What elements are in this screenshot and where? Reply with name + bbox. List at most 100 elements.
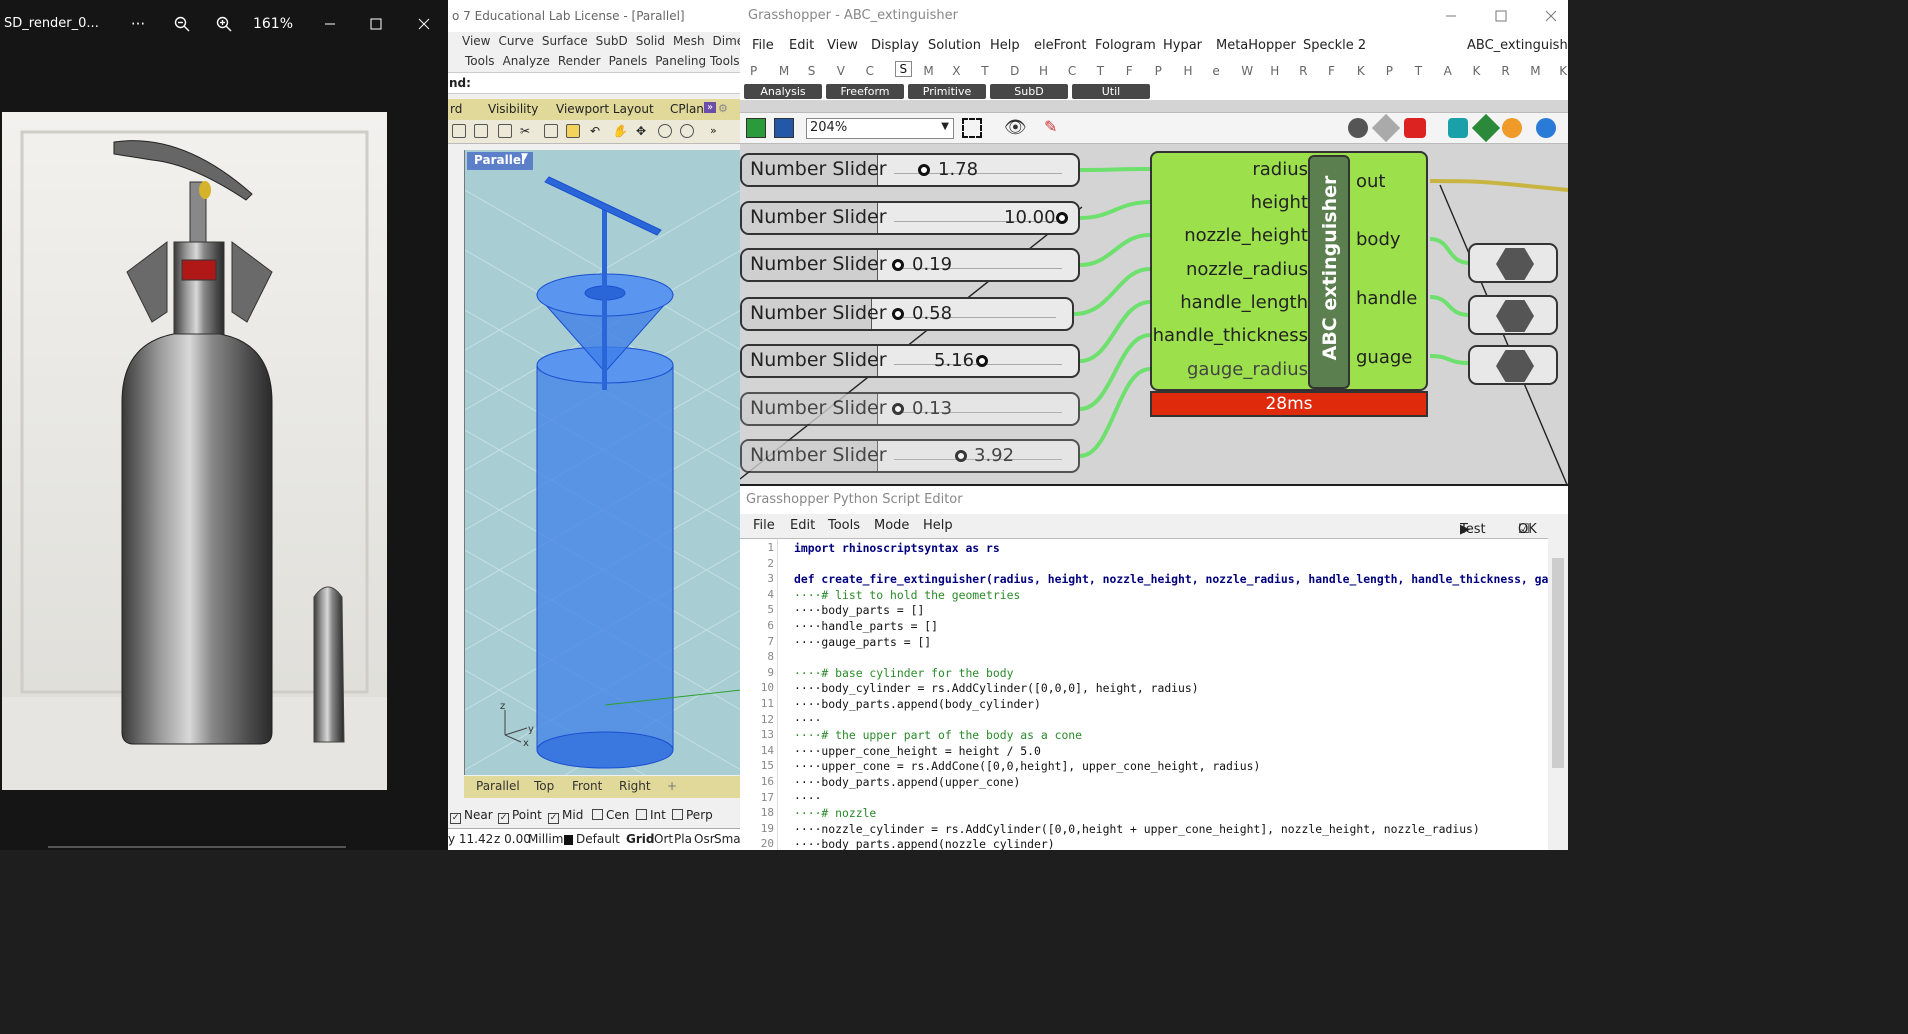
osnap-point[interactable]: ✓ Point bbox=[498, 808, 542, 824]
gh-menu-item[interactable]: Hypar bbox=[1163, 38, 1202, 53]
wireframe-icon[interactable] bbox=[1371, 113, 1401, 143]
editor-menu-item[interactable]: Mode bbox=[874, 518, 909, 533]
editor-menu-item[interactable]: Tools bbox=[828, 518, 860, 533]
slider-knob[interactable] bbox=[955, 450, 967, 462]
rhino-menu-item[interactable]: Dime bbox=[713, 34, 740, 48]
zoom-in-button[interactable] bbox=[210, 8, 238, 40]
rhino-menu-item[interactable]: Solid bbox=[636, 34, 665, 48]
save-icon[interactable] bbox=[452, 124, 466, 138]
scrollbar-thumb[interactable] bbox=[1552, 558, 1564, 768]
rhino-viewport[interactable]: z x y Parallel ▼ bbox=[464, 150, 740, 775]
rhino-menu-item[interactable]: Analyze bbox=[503, 54, 550, 68]
number-slider-handle-thickness[interactable]: Number Slider 0.13 bbox=[740, 392, 1080, 426]
copy-icon[interactable] bbox=[544, 124, 558, 138]
gh-menu-item[interactable]: Edit bbox=[789, 38, 814, 53]
print-icon[interactable] bbox=[474, 124, 488, 138]
view-tab-parallel[interactable]: Parallel bbox=[476, 779, 520, 793]
material-icon[interactable] bbox=[1502, 118, 1522, 138]
slider-knob[interactable] bbox=[1056, 212, 1068, 224]
cut-icon[interactable]: ✂ bbox=[520, 124, 534, 138]
toolbar-tab[interactable]: CPlan bbox=[670, 102, 704, 116]
group-primitive[interactable]: Primitive bbox=[908, 84, 986, 99]
editor-menu-item[interactable]: File bbox=[753, 518, 775, 533]
toolbar-tab[interactable]: rd bbox=[450, 102, 462, 116]
component-tab[interactable]: T bbox=[1097, 64, 1104, 78]
gh-menu-item[interactable]: Speckle 2 bbox=[1303, 38, 1366, 53]
component-tab[interactable]: K bbox=[1473, 64, 1481, 78]
geometry-param-handle[interactable] bbox=[1468, 295, 1558, 335]
input-nozzle-height[interactable]: nozzle_height bbox=[1184, 225, 1308, 246]
geometry-param-body[interactable] bbox=[1468, 243, 1558, 283]
rotate-icon[interactable]: ✥ bbox=[636, 124, 650, 138]
rhino-menu-item[interactable]: Render bbox=[558, 54, 601, 68]
component-tab[interactable]: M bbox=[779, 64, 789, 78]
more-tools-icon[interactable]: » bbox=[710, 124, 724, 138]
component-tab[interactable]: K bbox=[1559, 64, 1567, 78]
status-planar[interactable]: Pla bbox=[674, 832, 692, 846]
component-tab[interactable]: W bbox=[1241, 64, 1253, 78]
component-tab[interactable]: X bbox=[952, 64, 960, 78]
paste-icon[interactable] bbox=[566, 124, 580, 138]
view-tab-right[interactable]: Right bbox=[619, 779, 651, 793]
group-analysis[interactable]: Analysis bbox=[744, 84, 822, 99]
input-handle-thickness[interactable]: handle_thickness bbox=[1153, 325, 1308, 346]
slider-knob[interactable] bbox=[892, 403, 904, 415]
number-slider-nozzle-radius[interactable]: Number Slider 0.58 bbox=[740, 297, 1074, 331]
save-file-icon[interactable] bbox=[774, 118, 794, 138]
group-freeform[interactable]: Freeform bbox=[826, 84, 904, 99]
input-radius[interactable]: radius bbox=[1252, 159, 1308, 180]
preview-eye-icon[interactable]: 👁 bbox=[1004, 117, 1027, 138]
component-tab[interactable]: M bbox=[923, 64, 933, 78]
gh-menu-item[interactable]: MetaHopper bbox=[1216, 38, 1296, 53]
component-tab[interactable]: M bbox=[1530, 64, 1540, 78]
osnap-cen[interactable]: Cen bbox=[592, 808, 629, 822]
zoom-dropdown[interactable]: 204% ▼ bbox=[806, 118, 954, 139]
minimize-button[interactable] bbox=[318, 8, 342, 40]
component-tab[interactable]: R bbox=[1299, 64, 1307, 78]
component-tab[interactable]: D bbox=[1010, 64, 1019, 78]
undo-icon[interactable]: ↶ bbox=[590, 124, 604, 138]
code-editor[interactable]: 1 2 3 4 5 6 7 8 9 10 11 12 13 14 15 16 17 18 19 20 import r… bbox=[740, 538, 1548, 850]
view-tab-front[interactable]: Front bbox=[572, 779, 602, 793]
component-tab[interactable]: T bbox=[981, 64, 988, 78]
viewport-label[interactable]: Parallel ▼ bbox=[467, 152, 533, 170]
osnap-int[interactable]: Int bbox=[636, 808, 666, 822]
sketch-pen-icon[interactable]: ✎ bbox=[1044, 117, 1057, 136]
rhino-menu-item[interactable]: SubD bbox=[596, 34, 628, 48]
component-tab[interactable]: S bbox=[894, 61, 913, 77]
number-slider-height[interactable]: Number Slider 10.00 bbox=[740, 201, 1080, 235]
status-layer[interactable]: Default bbox=[576, 832, 620, 846]
group-subd[interactable]: SubD bbox=[990, 84, 1068, 99]
slider-knob[interactable] bbox=[892, 259, 904, 271]
input-nozzle-radius[interactable]: nozzle_radius bbox=[1186, 259, 1308, 280]
osnap-mid[interactable]: ✓ Mid bbox=[548, 808, 583, 824]
number-slider-gauge-radius[interactable]: Number Slider 3.92 bbox=[740, 439, 1080, 473]
properties-icon[interactable] bbox=[498, 124, 512, 138]
status-grid[interactable]: Grid bbox=[626, 832, 654, 846]
output-guage[interactable]: guage bbox=[1356, 347, 1412, 368]
toolbar-tab[interactable]: Viewport Layout bbox=[556, 102, 654, 116]
editor-menu-item[interactable]: Edit bbox=[790, 518, 815, 533]
component-tab[interactable]: C bbox=[866, 64, 874, 78]
component-tab[interactable]: A bbox=[1444, 64, 1452, 78]
gear-icon[interactable]: ⚙ bbox=[718, 102, 728, 115]
rhino-menu-item[interactable]: Tools bbox=[465, 54, 495, 68]
input-height[interactable]: height bbox=[1251, 192, 1308, 213]
component-tab[interactable]: T bbox=[1415, 64, 1422, 78]
number-slider-handle-length[interactable]: Number Slider 5.16 bbox=[740, 344, 1080, 378]
component-tab[interactable]: H bbox=[1039, 64, 1048, 78]
view-tab-top[interactable]: Top bbox=[534, 779, 554, 793]
component-tab[interactable]: e bbox=[1212, 64, 1219, 78]
component-tab[interactable]: F bbox=[1126, 64, 1133, 78]
slider-knob[interactable] bbox=[892, 308, 904, 320]
component-tab[interactable]: P bbox=[1155, 64, 1162, 78]
component-tab[interactable]: H bbox=[1184, 64, 1193, 78]
open-file-icon[interactable] bbox=[746, 118, 766, 138]
geometry-param-gauge[interactable] bbox=[1468, 345, 1558, 385]
rhino-menu-item[interactable]: Curve bbox=[498, 34, 533, 48]
gh-menu-item[interactable]: Display bbox=[871, 38, 919, 53]
maximize-button[interactable] bbox=[364, 8, 388, 40]
shaded-icon[interactable] bbox=[1471, 113, 1501, 143]
input-handle-length[interactable]: handle_length bbox=[1180, 292, 1308, 313]
zoom-icon[interactable] bbox=[658, 124, 672, 138]
